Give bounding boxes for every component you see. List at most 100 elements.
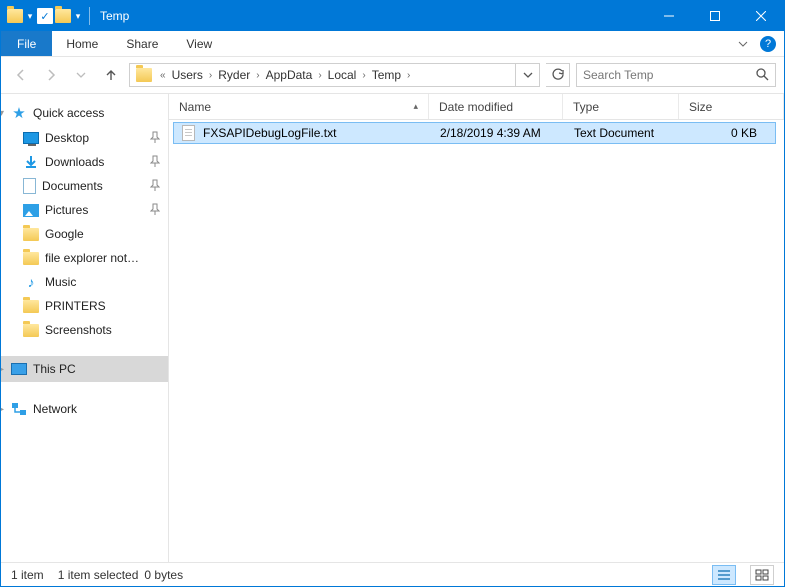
address-folder-icon (136, 68, 152, 82)
tab-share[interactable]: Share (112, 31, 172, 56)
column-header-name[interactable]: Name ▴ (169, 94, 429, 119)
minimize-button[interactable] (646, 1, 692, 31)
column-label: Size (689, 100, 712, 114)
sidebar-item[interactable]: file explorer not responding (1, 246, 168, 270)
sidebar-item[interactable]: ♪ Music (1, 270, 168, 294)
file-type: Text Document (564, 126, 680, 140)
thumbnails-view-button[interactable] (750, 565, 774, 585)
address-history-button[interactable] (515, 64, 539, 86)
maximize-button[interactable] (692, 1, 738, 31)
explorer-window: ▾ ✓ ▾ Temp File Home Share View ? (0, 0, 785, 587)
pin-icon (150, 203, 160, 218)
chevron-right-icon[interactable]: ▸ (1, 364, 4, 375)
refresh-button[interactable] (546, 63, 570, 87)
sidebar-network[interactable]: ▸ Network (1, 396, 168, 422)
sidebar-quick-access[interactable]: ▾ ★ Quick access (1, 100, 168, 126)
breadcrumb-local[interactable]: Local (324, 68, 361, 82)
pin-icon (150, 131, 160, 146)
tab-view[interactable]: View (172, 31, 226, 56)
chevron-down-icon (523, 70, 533, 80)
textfile-icon (182, 125, 195, 141)
folder-icon (23, 228, 39, 241)
chevron-right-icon[interactable]: › (254, 70, 261, 81)
chevron-down-icon (76, 70, 86, 80)
chevron-right-icon[interactable]: › (207, 70, 214, 81)
search-box[interactable]: Search Temp (576, 63, 776, 87)
thumbnails-view-icon (755, 569, 769, 581)
app-menu-chevron-icon[interactable]: ▾ (25, 11, 35, 22)
column-label: Date modified (439, 100, 513, 114)
window-title: Temp (100, 9, 129, 23)
column-headers: Name ▴ Date modified Type Size (169, 94, 784, 120)
folder-icon (23, 252, 39, 265)
details-view-button[interactable] (712, 565, 736, 585)
sidebar-item-label: Google (45, 227, 84, 241)
sidebar-item-label: Downloads (45, 155, 104, 169)
music-icon: ♪ (23, 274, 39, 290)
folder-icon (23, 324, 39, 337)
sidebar-item-label: This PC (33, 362, 76, 376)
column-header-type[interactable]: Type (563, 94, 679, 119)
ribbon-collapse-button[interactable] (730, 31, 756, 56)
qat-properties-button[interactable]: ✓ (37, 8, 53, 24)
breadcrumb-appdata[interactable]: AppData (262, 68, 317, 82)
file-tab[interactable]: File (1, 31, 52, 56)
sidebar-item[interactable]: Google (1, 222, 168, 246)
close-icon (756, 11, 766, 21)
chevron-right-icon[interactable]: › (316, 70, 323, 81)
back-button[interactable] (9, 63, 33, 87)
refresh-icon (551, 68, 565, 82)
sidebar-item-label: Music (45, 275, 76, 289)
breadcrumb-ryder[interactable]: Ryder (214, 68, 254, 82)
sidebar-item[interactable]: Downloads (1, 150, 168, 174)
column-header-size[interactable]: Size (679, 94, 784, 119)
up-button[interactable] (99, 63, 123, 87)
sidebar-item-label: PRINTERS (45, 299, 106, 313)
app-icon (7, 9, 23, 23)
titlebar-separator (89, 7, 90, 25)
column-header-date[interactable]: Date modified (429, 94, 563, 119)
file-row[interactable]: FXSAPIDebugLogFile.txt2/18/2019 4:39 AMT… (173, 122, 776, 144)
address-bar[interactable]: « Users› Ryder› AppData› Local› Temp› (129, 63, 540, 87)
help-button[interactable]: ? (760, 36, 776, 52)
sidebar-item[interactable]: Pictures (1, 198, 168, 222)
star-icon: ★ (11, 105, 27, 121)
chevron-right-icon[interactable]: › (360, 70, 367, 81)
ribbon: File Home Share View ? (1, 31, 784, 57)
desktop-icon (23, 132, 39, 144)
chevron-right-icon[interactable]: ▸ (1, 404, 4, 415)
documents-icon (23, 178, 36, 194)
sidebar-item-label: file explorer not responding (45, 251, 141, 265)
sort-asc-icon: ▴ (413, 101, 418, 112)
status-bytes: 0 bytes (144, 568, 183, 582)
forward-button[interactable] (39, 63, 63, 87)
close-button[interactable] (738, 1, 784, 31)
column-label: Type (573, 100, 599, 114)
file-name: FXSAPIDebugLogFile.txt (203, 126, 336, 140)
sidebar-item[interactable]: Documents (1, 174, 168, 198)
chevron-right-icon[interactable]: › (405, 70, 412, 81)
sidebar-this-pc[interactable]: ▸ This PC (1, 356, 168, 382)
sidebar-item[interactable]: Desktop (1, 126, 168, 150)
qat-newfolder-button[interactable] (55, 9, 71, 23)
navigation-pane: ▾ ★ Quick access Desktop Downloads Documen… (1, 94, 169, 562)
recent-locations-button[interactable] (69, 63, 93, 87)
qat-customize-chevron-icon[interactable]: ▾ (73, 11, 83, 22)
search-icon[interactable] (755, 67, 769, 84)
tab-home[interactable]: Home (52, 31, 112, 56)
file-list-pane: Name ▴ Date modified Type Size FXSAPIDeb… (169, 94, 784, 562)
sidebar-item-label: Documents (42, 179, 103, 193)
sidebar-item[interactable]: Screenshots (1, 318, 168, 342)
sidebar-item[interactable]: PRINTERS (1, 294, 168, 318)
breadcrumb-prefix[interactable]: « (158, 70, 168, 81)
minimize-icon (664, 11, 674, 21)
sidebar-item-label: Pictures (45, 203, 88, 217)
file-size: 0 KB (680, 126, 775, 140)
column-label: Name (179, 100, 211, 114)
chevron-down-icon[interactable]: ▾ (1, 108, 4, 119)
arrow-left-icon (13, 67, 29, 83)
breadcrumb-temp[interactable]: Temp (368, 68, 405, 82)
breadcrumb-users[interactable]: Users (168, 68, 207, 82)
file-list[interactable]: FXSAPIDebugLogFile.txt2/18/2019 4:39 AMT… (169, 120, 784, 562)
search-placeholder: Search Temp (583, 68, 653, 82)
